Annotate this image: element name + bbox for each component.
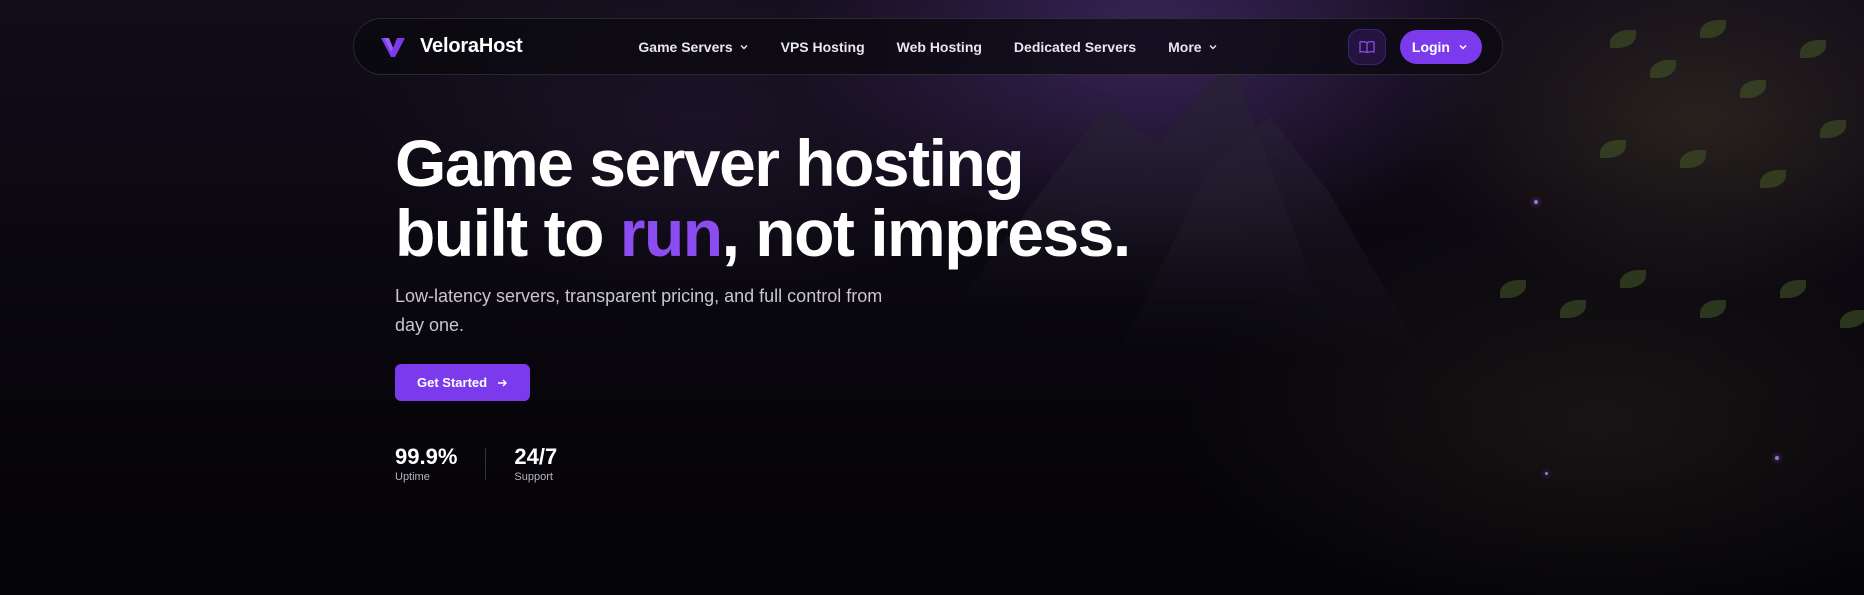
- stat-divider: [485, 448, 487, 480]
- brand[interactable]: VeloraHost: [380, 35, 523, 58]
- nav-item-more[interactable]: More: [1168, 39, 1217, 55]
- nav-item-label: Game Servers: [638, 38, 733, 55]
- nav-item-label: Dedicated Servers: [1013, 38, 1137, 55]
- get-started-label: Get Started: [417, 375, 488, 390]
- main-menu: Game Servers VPS Hosting Web Hosting Ded…: [354, 19, 1502, 74]
- nav-item-label: Web Hosting: [896, 38, 982, 55]
- stat-value: 24/7: [514, 444, 558, 469]
- chevron-down-icon: [1209, 44, 1217, 49]
- book-icon: [1359, 40, 1375, 53]
- nav-actions: Login: [1347, 28, 1482, 65]
- nav-item-label: More: [1168, 38, 1202, 55]
- stat-label: Uptime: [395, 471, 430, 483]
- nav-item-label: VPS Hosting: [780, 38, 865, 55]
- stat-uptime: 99.9% Uptime: [395, 444, 458, 484]
- hero-section: Game server hosting built to run, not im…: [395, 128, 1295, 483]
- get-started-button[interactable]: Get Started: [395, 364, 531, 401]
- login-button[interactable]: Login: [1399, 29, 1482, 64]
- nav-item-vps-hosting[interactable]: VPS Hosting: [781, 39, 865, 55]
- arrow-right-icon: [498, 379, 508, 386]
- velora-v-logo-icon: [381, 37, 405, 57]
- hero-subtitle: Low-latency servers, transparent pricing…: [395, 286, 883, 335]
- login-label: Login: [1411, 38, 1450, 55]
- stats-row: 99.9% Uptime 24/7 Support: [395, 444, 1295, 484]
- hero-title-accent: run: [619, 196, 723, 270]
- chevron-down-icon: [1459, 44, 1467, 50]
- stat-support: 24/7 Support: [514, 444, 558, 484]
- chevron-down-icon: [740, 44, 748, 49]
- stat-label: Support: [514, 471, 553, 483]
- nav-item-web-hosting[interactable]: Web Hosting: [897, 39, 982, 55]
- hero-title-line2-pre: built to: [395, 196, 620, 270]
- brand-name: VeloraHost: [420, 35, 523, 57]
- nav-item-dedicated-servers[interactable]: Dedicated Servers: [1014, 39, 1136, 55]
- top-navbar: VeloraHost Game Servers VPS Hosting Web …: [353, 18, 1503, 75]
- hero-title-line1: Game server hosting: [395, 126, 1025, 200]
- nav-item-game-servers[interactable]: Game Servers: [638, 39, 748, 55]
- docs-button[interactable]: [1347, 28, 1386, 65]
- stat-value: 99.9%: [395, 444, 458, 469]
- hero-title-line2-post: , not impress.: [721, 196, 1132, 270]
- hero-title: Game server hosting built to run, not im…: [395, 128, 1295, 268]
